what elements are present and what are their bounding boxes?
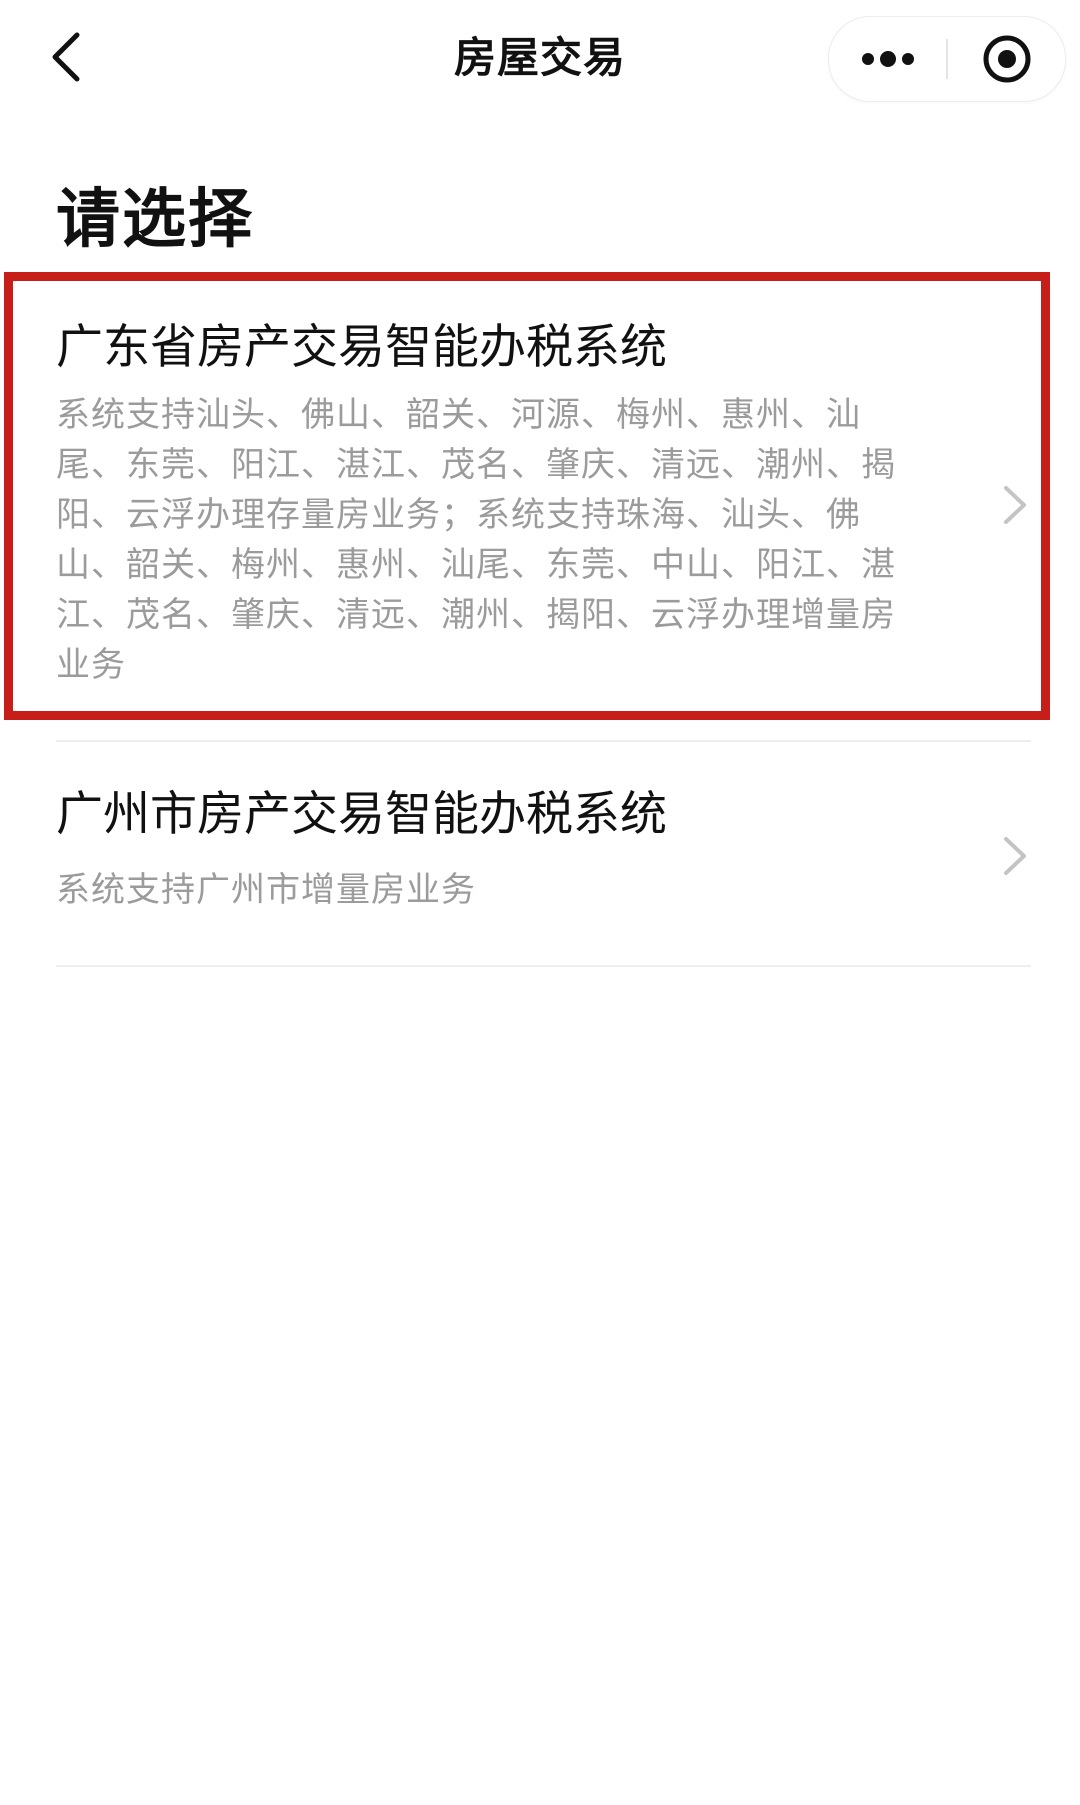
chevron-right-icon — [1004, 837, 1026, 875]
more-button[interactable] — [829, 17, 946, 101]
list-item-description: 系统支持广州市增量房业务 — [56, 870, 476, 910]
list-item-title: 广州市房产交易智能办税系统 — [56, 787, 667, 842]
more-dots-icon — [861, 51, 914, 67]
close-mini-program-button[interactable] — [948, 17, 1065, 101]
list-divider — [56, 740, 1031, 742]
list-item-guangzhou-tax-system[interactable]: 广州市房产交易智能办税系统 系统支持广州市增量房业务 — [0, 745, 1080, 967]
nav-bar: 房屋交易 — [0, 0, 1080, 118]
list-item-title: 广东省房产交易智能办税系统 — [56, 320, 667, 375]
list-divider — [56, 965, 1031, 967]
select-heading: 请选择 — [56, 183, 254, 257]
list-item-guangdong-tax-system[interactable]: 广东省房产交易智能办税系统 系统支持汕头、佛山、韶关、河源、梅州、惠州、汕尾、东… — [0, 282, 1080, 722]
list-item-description: 系统支持汕头、佛山、韶关、河源、梅州、惠州、汕尾、东莞、阳江、湛江、茂名、肇庆、… — [56, 395, 896, 685]
target-close-icon — [983, 35, 1030, 83]
chevron-right-icon — [1004, 486, 1026, 524]
mini-program-capsule — [828, 16, 1066, 102]
